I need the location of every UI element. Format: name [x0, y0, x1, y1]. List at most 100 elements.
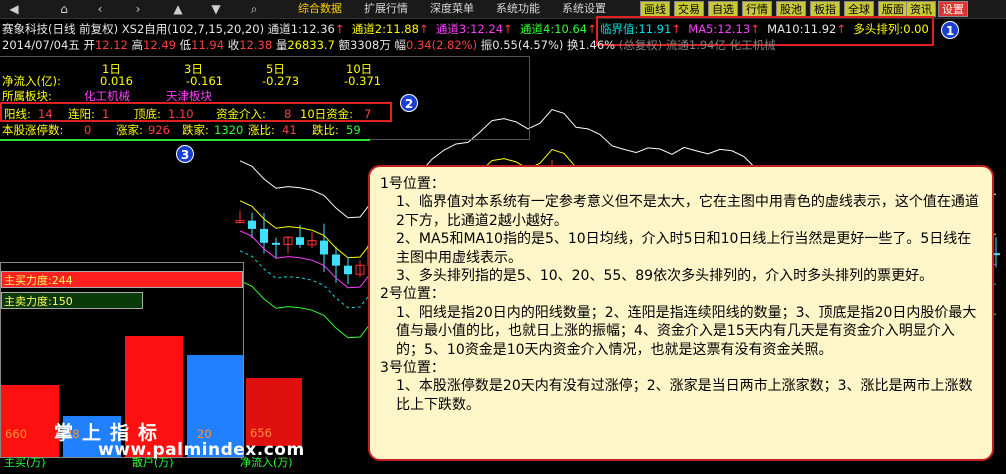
draw-button[interactable]: 画线 — [640, 1, 670, 17]
settings-button[interactable]: 设置 — [938, 1, 968, 17]
sector-label: 所属板块: — [2, 89, 52, 103]
candle-body — [344, 265, 352, 275]
volume-label: 量 — [275, 38, 288, 52]
menu-system-settings[interactable]: 系统设置 — [562, 1, 606, 17]
high-label: 高 — [131, 38, 144, 52]
candle-body — [296, 237, 304, 245]
quote-button[interactable]: 行情 — [742, 1, 772, 17]
global-button[interactable]: 全球 — [844, 1, 874, 17]
open-label: 开 — [83, 38, 95, 52]
back-icon[interactable]: ◀ — [6, 1, 22, 17]
ch1-label: 通道1: — [267, 22, 302, 36]
panel-underline — [0, 139, 370, 141]
search-icon[interactable]: ⌕ — [246, 1, 262, 17]
main-sell-strip: 主卖力度:150 — [1, 292, 143, 309]
layout-button[interactable]: 版面 — [878, 1, 908, 17]
badge-1: 1 — [941, 21, 959, 39]
volume-value: 26833.7 — [287, 38, 335, 52]
tooltip-item: 1、本股涨停数是20天内有没有过涨停；2、涨家是当日两市上涨家数；3、涨比是两市… — [396, 378, 973, 413]
news-button[interactable]: 资讯 — [906, 1, 936, 17]
downratio-value: 59 — [346, 123, 361, 137]
down-label: 跌家: — [182, 123, 209, 137]
bar-1-value: 660 — [5, 427, 27, 441]
ch2-label: 通道2: — [351, 22, 387, 36]
candle-body — [260, 228, 268, 243]
limit-label: 本股涨停数: — [2, 123, 64, 137]
ch1-value: 12.36 — [301, 22, 335, 36]
upratio-value: 41 — [282, 123, 297, 137]
formula-name: XS2自用(102,7,15,20,20) — [121, 22, 265, 36]
amplitude-label: 振 — [480, 38, 493, 52]
amplitude-value: 0.55(4.57%) — [492, 38, 564, 52]
menu-extended-quote[interactable]: 扩展行情 — [364, 1, 408, 17]
upratio-label: 涨比: — [248, 123, 275, 137]
chevron-right-icon[interactable]: › — [130, 1, 146, 17]
tooltip-heading: 1号位置： — [380, 176, 445, 192]
turnover-value: 1.46% — [578, 38, 616, 52]
ch3-label: 通道3: — [435, 22, 471, 36]
trade-button[interactable]: 交易 — [674, 1, 704, 17]
low-label: 低 — [179, 38, 192, 52]
watermark-url: www.palmindex.com — [98, 440, 305, 460]
ch2-value: 11.88 — [386, 22, 419, 36]
stock-name: 赛象科技(日线 前复权) — [2, 22, 119, 36]
sector-1[interactable]: 化工机械 — [84, 89, 130, 103]
explanation-tooltip: 1号位置： 1、临界值对本系统有一定参考意义但不是太大，它在主图中用青色的虚线表示… — [368, 165, 994, 461]
tooltip-item: 2、MA5和MA10指的是5、10日均线，介入时5日和10日线上行当然是更好一些… — [396, 231, 972, 266]
badge-3: 3 — [176, 145, 194, 163]
quote-date: 2014/07/04五 — [2, 38, 80, 52]
amount-label: 额 — [338, 38, 351, 52]
netflow-3d: -0.161 — [186, 74, 224, 88]
low-value: 11.94 — [191, 38, 225, 52]
watchlist-button[interactable]: 自选 — [708, 1, 738, 17]
indicator-row: 赛象科技(日线 前复权) XS2自用(102,7,15,20,20) 通道1:1… — [2, 22, 597, 36]
turnover-label: 换 — [567, 38, 579, 52]
downratio-label: 跌比: — [312, 123, 339, 137]
menu-system-function[interactable]: 系统功能 — [496, 1, 540, 17]
page-up-icon[interactable]: ▲ — [170, 1, 186, 17]
up-value: 926 — [148, 123, 170, 137]
high-value: 12.49 — [143, 38, 176, 52]
netflow-5d: -0.273 — [262, 74, 300, 88]
ch4-value: 10.64 — [554, 22, 588, 36]
tooltip-item: 1、阳线是指20日内的阳线数量；2、连阳是指连续阳线的数量；3、顶底是指20日内… — [396, 304, 977, 358]
sector-index-button[interactable]: 板指 — [810, 1, 840, 17]
candle-body — [248, 220, 256, 229]
sector-2[interactable]: 天津板块 — [166, 89, 212, 103]
change-label: 幅 — [394, 38, 406, 52]
amount-value: 3308万 — [350, 38, 391, 52]
tooltip-item: 1、临界值对本系统有一定参考意义但不是太大，它在主图中用青色的虚线表示，这个值在… — [396, 194, 979, 229]
float-info: (总复权) 流通1.94亿 化工机械 — [618, 38, 776, 52]
bar-3-value: 20 — [197, 427, 212, 441]
main-buy-strip: 主买力度:244 — [1, 271, 243, 288]
chevron-left-icon[interactable]: ‹ — [92, 1, 108, 17]
ch4-label: 通道4: — [520, 22, 555, 36]
change-value: 0.34(2.82%) — [405, 38, 478, 52]
bottom-label-1: 主买(万) — [4, 456, 46, 469]
close-value: 12.38 — [239, 38, 273, 52]
menu-depth[interactable]: 深度菜单 — [430, 1, 474, 17]
ch3-value: 12.24 — [470, 22, 504, 36]
candle-body — [332, 254, 340, 266]
netflow-10d: -0.371 — [344, 74, 382, 88]
tooltip-heading: 3号位置： — [380, 360, 445, 377]
open-value: 12.12 — [94, 38, 128, 52]
bar-1 — [1, 385, 59, 457]
home-icon[interactable]: ⌂ — [56, 1, 72, 17]
page-down-icon[interactable]: ▼ — [208, 1, 224, 17]
tooltip-item: 3、多头排列指的是5、10、20、55、89依次多头排列的，介入时多头排列的票更… — [396, 268, 934, 285]
down-value: 1320 — [214, 123, 244, 137]
limit-value: 0 — [84, 123, 92, 137]
annotation-box-2 — [0, 102, 392, 122]
candle-body — [272, 242, 280, 245]
menu-composite-data[interactable]: 综合数据 — [298, 1, 342, 17]
tooltip-heading: 2号位置： — [380, 286, 445, 303]
close-label: 收 — [227, 38, 240, 52]
netflow-1d: 0.016 — [100, 74, 133, 88]
up-label: 涨家: — [116, 123, 143, 137]
candle-body — [320, 240, 328, 255]
badge-2: 2 — [400, 94, 418, 112]
stock-pool-button[interactable]: 股池 — [776, 1, 806, 17]
quote-row: 2014/07/04五 开12.12 高12.49 低11.94 收12.38 … — [2, 38, 776, 52]
bar-5-value: 656 — [250, 426, 272, 440]
